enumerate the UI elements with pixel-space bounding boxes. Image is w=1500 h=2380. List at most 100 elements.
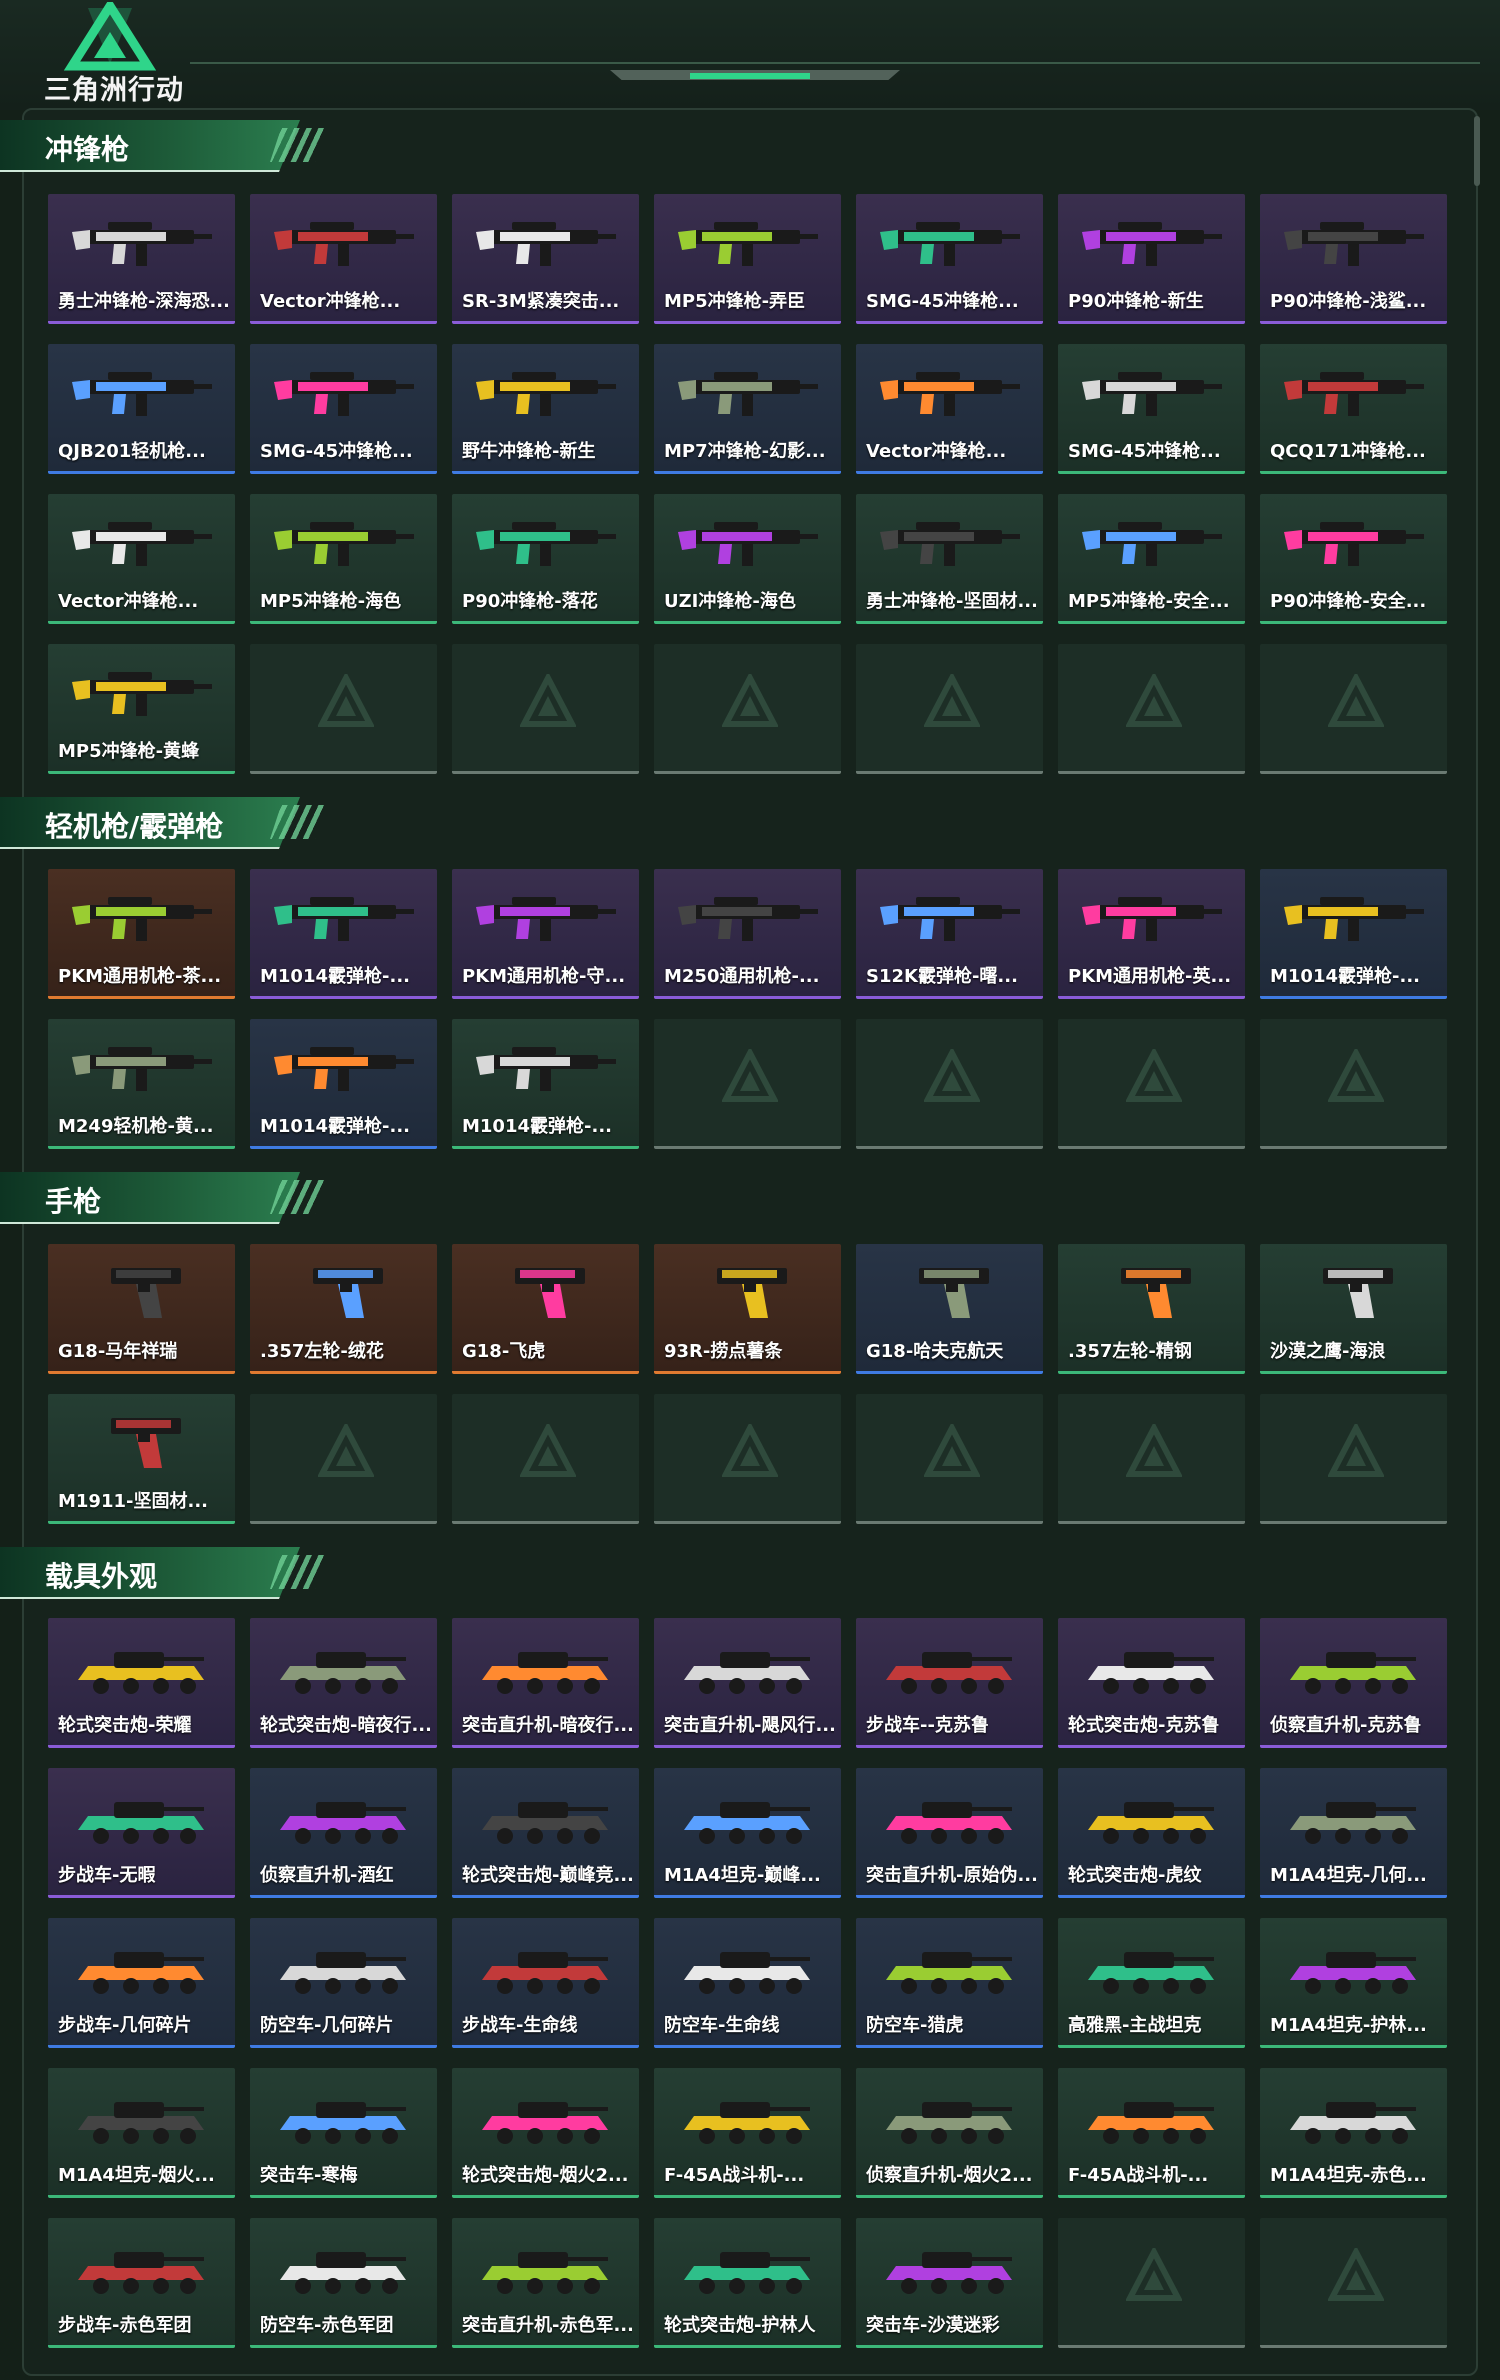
skin-card[interactable]: 勇士冲锋枪-坚固材...	[856, 494, 1043, 624]
skin-card[interactable]: SR-3M紧凑突击...	[452, 194, 639, 324]
skin-name: 防空车-生命线	[664, 2015, 780, 2036]
gun-icon	[66, 883, 216, 949]
pistol-icon	[874, 1258, 1024, 1324]
skin-card[interactable]: .357左轮-绒花	[250, 1244, 437, 1374]
skin-card[interactable]: P90冲锋枪-浅鲨...	[1260, 194, 1447, 324]
skin-card[interactable]: 轮式突击炮-暗夜行...	[250, 1618, 437, 1748]
skin-card[interactable]: 轮式突击炮-烟火2...	[452, 2068, 639, 2198]
skin-card[interactable]: 防空车-几何碎片	[250, 1918, 437, 2048]
skin-card[interactable]: QCQ171冲锋枪...	[1260, 344, 1447, 474]
skin-card[interactable]: SMG-45冲锋枪...	[250, 344, 437, 474]
skin-card[interactable]: 93R-捞点薯条	[654, 1244, 841, 1374]
skin-card[interactable]: M1014霰弹枪-...	[452, 1019, 639, 1149]
skin-card[interactable]: SMG-45冲锋枪...	[856, 194, 1043, 324]
skin-card[interactable]: MP5冲锋枪-安全...	[1058, 494, 1245, 624]
skin-card[interactable]: 突击直升机-原始伪...	[856, 1768, 1043, 1898]
skin-card[interactable]: M250通用机枪-...	[654, 869, 841, 999]
skin-card[interactable]: 步战车-生命线	[452, 1918, 639, 2048]
section-header: 手枪	[0, 1172, 330, 1224]
skin-card[interactable]: MP5冲锋枪-黄蜂	[48, 644, 235, 774]
skin-card[interactable]: 防空车-猎虎	[856, 1918, 1043, 2048]
gun-icon	[66, 208, 216, 274]
gun-icon	[268, 1033, 418, 1099]
skin-card[interactable]: UZI冲锋枪-海色	[654, 494, 841, 624]
skin-name: 步战车-几何碎片	[58, 2015, 192, 2036]
skin-card[interactable]: SMG-45冲锋枪...	[1058, 344, 1245, 474]
skin-card[interactable]: MP7冲锋枪-幻影...	[654, 344, 841, 474]
skin-card[interactable]: M1014霰弹枪-...	[250, 1019, 437, 1149]
skin-card[interactable]: PKM通用机枪-守...	[452, 869, 639, 999]
skin-name: 突击直升机-原始伪...	[866, 1865, 1036, 1886]
skin-card[interactable]: Vector冲锋枪...	[250, 194, 437, 324]
skin-card[interactable]: 轮式突击炮-护林人	[654, 2218, 841, 2348]
skin-card[interactable]: F-45A战斗机-...	[654, 2068, 841, 2198]
gun-icon	[1278, 508, 1428, 574]
skin-card[interactable]: QJB201轻机枪...	[48, 344, 235, 474]
skin-card[interactable]: 突击直升机-飓风行...	[654, 1618, 841, 1748]
skin-name: 防空车-几何碎片	[260, 2015, 394, 2036]
skin-card[interactable]: 步战车--克苏鲁	[856, 1618, 1043, 1748]
skin-card[interactable]: P90冲锋枪-落花	[452, 494, 639, 624]
skin-card[interactable]: S12K霰弹枪-曙...	[856, 869, 1043, 999]
skin-card[interactable]: 勇士冲锋枪-深海恐...	[48, 194, 235, 324]
skin-card[interactable]: 防空车-生命线	[654, 1918, 841, 2048]
skin-name: M1A4坦克-护林...	[1270, 2015, 1427, 2036]
skin-card[interactable]: M1A4坦克-烟火...	[48, 2068, 235, 2198]
skin-card[interactable]: P90冲锋枪-安全...	[1260, 494, 1447, 624]
placeholder-logo-icon	[923, 671, 981, 730]
skin-card[interactable]: M1A4坦克-几何...	[1260, 1768, 1447, 1898]
skin-card[interactable]: G18-飞虎	[452, 1244, 639, 1374]
scrollbar[interactable]	[1474, 116, 1480, 2366]
pistol-icon	[1278, 1258, 1428, 1324]
skin-card[interactable]: 步战车-无暇	[48, 1768, 235, 1898]
skin-card[interactable]: M1A4坦克-护林...	[1260, 1918, 1447, 2048]
placeholder-logo-icon	[317, 1421, 375, 1480]
skin-card[interactable]: G18-马年祥瑞	[48, 1244, 235, 1374]
skin-card[interactable]: 轮式突击炮-荣耀	[48, 1618, 235, 1748]
section-title: 轻机枪/霰弹枪	[45, 810, 224, 843]
gun-icon	[874, 358, 1024, 424]
skin-card[interactable]: 侦察直升机-酒红	[250, 1768, 437, 1898]
skin-card[interactable]: Vector冲锋枪...	[48, 494, 235, 624]
vehicle-icon	[874, 1932, 1024, 1998]
skin-card[interactable]: 防空车-赤色军团	[250, 2218, 437, 2348]
skin-card[interactable]: M1014霰弹枪-...	[1260, 869, 1447, 999]
skin-card[interactable]: 高雅黑-主战坦克	[1058, 1918, 1245, 2048]
placeholder-logo-icon	[1327, 1046, 1385, 1105]
skin-card[interactable]: 轮式突击炮-克苏鲁	[1058, 1618, 1245, 1748]
skin-card[interactable]: 轮式突击炮-虎纹	[1058, 1768, 1245, 1898]
skin-name: 轮式突击炮-克苏鲁	[1068, 1715, 1220, 1736]
skin-card[interactable]: Vector冲锋枪...	[856, 344, 1043, 474]
skin-card[interactable]: PKM通用机枪-英...	[1058, 869, 1245, 999]
skin-card[interactable]: 沙漠之鹰-海浪	[1260, 1244, 1447, 1374]
skin-card[interactable]: M1A4坦克-巅峰...	[654, 1768, 841, 1898]
vehicle-icon	[470, 1782, 620, 1848]
skin-card[interactable]: MP5冲锋枪-弄臣	[654, 194, 841, 324]
skin-card[interactable]: PKM通用机枪-茶...	[48, 869, 235, 999]
skin-card[interactable]: 突击直升机-暗夜行...	[452, 1618, 639, 1748]
skin-card[interactable]: 步战车-赤色军团	[48, 2218, 235, 2348]
vehicle-icon	[66, 2082, 216, 2148]
placeholder-logo-icon	[1125, 671, 1183, 730]
skin-card[interactable]: 轮式突击炮-巅峰竞...	[452, 1768, 639, 1898]
skin-card[interactable]: P90冲锋枪-新生	[1058, 194, 1245, 324]
skin-name: M249轻机枪-黄...	[58, 1116, 214, 1137]
skin-card[interactable]: 突击直升机-赤色军...	[452, 2218, 639, 2348]
skin-card[interactable]: F-45A战斗机-...	[1058, 2068, 1245, 2198]
skin-card[interactable]: M249轻机枪-黄...	[48, 1019, 235, 1149]
skin-card[interactable]: 突击车-沙漠迷彩	[856, 2218, 1043, 2348]
skin-card[interactable]: M1A4坦克-赤色...	[1260, 2068, 1447, 2198]
skin-card[interactable]: M1911-坚固材...	[48, 1394, 235, 1524]
skin-card[interactable]: 侦察直升机-烟火2...	[856, 2068, 1043, 2198]
skin-name: PKM通用机枪-英...	[1068, 966, 1232, 987]
scrollbar-thumb[interactable]	[1474, 116, 1480, 186]
skin-card[interactable]: 突击车-寒梅	[250, 2068, 437, 2198]
gun-icon	[470, 1033, 620, 1099]
skin-card[interactable]: M1014霰弹枪-...	[250, 869, 437, 999]
skin-card[interactable]: 步战车-几何碎片	[48, 1918, 235, 2048]
skin-card[interactable]: MP5冲锋枪-海色	[250, 494, 437, 624]
skin-card[interactable]: G18-哈夫克航天	[856, 1244, 1043, 1374]
skin-card[interactable]: 野牛冲锋枪-新生	[452, 344, 639, 474]
skin-card[interactable]: .357左轮-精钢	[1058, 1244, 1245, 1374]
skin-card[interactable]: 侦察直升机-克苏鲁	[1260, 1618, 1447, 1748]
